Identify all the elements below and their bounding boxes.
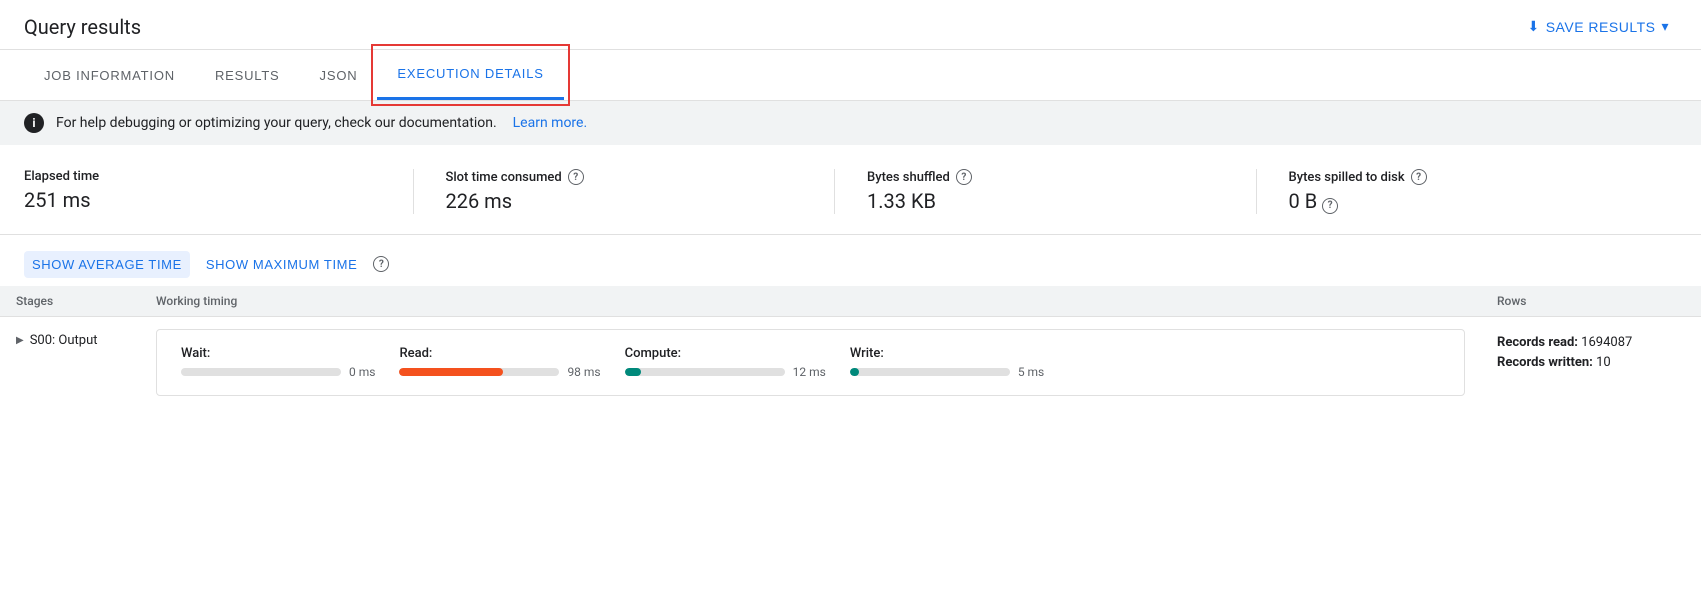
bytes-spilled-value-help-icon[interactable]: ?	[1322, 198, 1338, 214]
chevron-down-icon: ▾	[1661, 18, 1669, 35]
rows-info: Records read: 1694087 Records written: 1…	[1497, 325, 1685, 375]
timing-compute-bar-fill	[625, 368, 641, 376]
timing-wait-bar-track	[181, 368, 341, 376]
stat-elapsed-time-value: 251 ms	[24, 188, 381, 212]
show-maximum-time-button[interactable]: SHOW MAXIMUM TIME	[198, 251, 366, 278]
info-banner-text: For help debugging or optimizing your qu…	[56, 115, 497, 131]
records-written-line: Records written: 10	[1497, 353, 1685, 374]
stat-bytes-spilled: Bytes spilled to disk ? 0 B ?	[1289, 169, 1678, 214]
timing-compute: Compute: 12 ms	[625, 346, 826, 379]
col-header-stages: Stages	[0, 286, 140, 317]
info-banner: i For help debugging or optimizing your …	[0, 101, 1701, 145]
timing-read-label: Read:	[399, 346, 600, 361]
stat-slot-time: Slot time consumed ? 226 ms	[446, 169, 836, 214]
timing-wait-label: Wait:	[181, 346, 375, 361]
records-read-value: 1694087	[1581, 335, 1632, 350]
timing-wait-bar-row: 0 ms	[181, 365, 375, 379]
timing-compute-value: 12 ms	[793, 365, 826, 379]
learn-more-link[interactable]: Learn more.	[513, 115, 588, 131]
timing-cell: Wait: 0 ms Read:	[140, 316, 1481, 408]
timing-wait: Wait: 0 ms	[181, 346, 375, 379]
chevron-right-icon[interactable]: ▶	[16, 335, 24, 346]
save-results-label: SAVE RESULTS	[1546, 19, 1656, 35]
stages-table: Stages Working timing Rows ▶ S00: Output…	[0, 286, 1701, 408]
records-written-value: 10	[1596, 355, 1611, 370]
stat-bytes-shuffled-value: 1.33 KB	[867, 189, 1224, 213]
stat-bytes-shuffled-label: Bytes shuffled ?	[867, 169, 1224, 185]
timing-compute-bar-track	[625, 368, 785, 376]
col-header-working-timing: Working timing	[140, 286, 1481, 317]
stat-elapsed-time: Elapsed time 251 ms	[24, 169, 414, 214]
timing-write-bar-row: 5 ms	[850, 365, 1044, 379]
timing-read: Read: 98 ms	[399, 346, 600, 379]
stat-slot-time-label: Slot time consumed ?	[446, 169, 803, 185]
timing-container: Wait: 0 ms Read:	[156, 329, 1465, 396]
download-icon: ⬇	[1527, 18, 1539, 35]
stats-row: Elapsed time 251 ms Slot time consumed ?…	[0, 145, 1701, 235]
timing-compute-bar-row: 12 ms	[625, 365, 826, 379]
timing-read-bar-fill	[399, 368, 503, 376]
toggle-row: SHOW AVERAGE TIME SHOW MAXIMUM TIME ?	[0, 235, 1701, 286]
timing-read-bar-row: 98 ms	[399, 365, 600, 379]
page-title: Query results	[24, 15, 141, 39]
bytes-spilled-help-icon[interactable]: ?	[1411, 169, 1427, 185]
stat-bytes-spilled-label: Bytes spilled to disk ?	[1289, 169, 1646, 185]
timing-compute-label: Compute:	[625, 346, 826, 361]
timing-write-bar-track	[850, 368, 1010, 376]
rows-info-cell: Records read: 1694087 Records written: 1…	[1481, 316, 1701, 408]
records-read-line: Records read: 1694087	[1497, 333, 1685, 354]
table-header-row: Stages Working timing Rows	[0, 286, 1701, 317]
tab-json[interactable]: JSON	[300, 52, 378, 99]
tab-execution-details[interactable]: EXECUTION DETAILS	[377, 50, 563, 100]
timing-help-icon[interactable]: ?	[373, 256, 389, 272]
timing-read-value: 98 ms	[567, 365, 600, 379]
stat-bytes-spilled-value: 0 B ?	[1289, 189, 1646, 214]
records-written-label: Records written:	[1497, 355, 1593, 370]
timing-write-bar-fill	[850, 368, 860, 376]
stat-bytes-shuffled: Bytes shuffled ? 1.33 KB	[867, 169, 1257, 214]
records-read-label: Records read:	[1497, 335, 1578, 350]
timing-write-value: 5 ms	[1018, 365, 1044, 379]
timing-write: Write: 5 ms	[850, 346, 1044, 379]
table-row: ▶ S00: Output Wait: 0 ms	[0, 316, 1701, 408]
info-icon: i	[24, 113, 44, 133]
header: Query results ⬇ SAVE RESULTS ▾	[0, 0, 1701, 50]
tab-job-information[interactable]: JOB INFORMATION	[24, 52, 195, 99]
save-results-button[interactable]: ⬇ SAVE RESULTS ▾	[1519, 12, 1677, 41]
slot-time-help-icon[interactable]: ?	[568, 169, 584, 185]
bytes-shuffled-help-icon[interactable]: ?	[956, 169, 972, 185]
stat-elapsed-time-label: Elapsed time	[24, 169, 381, 184]
timing-write-label: Write:	[850, 346, 1044, 361]
show-average-time-button[interactable]: SHOW AVERAGE TIME	[24, 251, 190, 278]
stage-row-label: ▶ S00: Output	[16, 325, 124, 348]
tab-results[interactable]: RESULTS	[195, 52, 300, 99]
timing-read-bar-track	[399, 368, 559, 376]
tabs-bar: JOB INFORMATION RESULTS JSON EXECUTION D…	[0, 50, 1701, 101]
stage-label-cell: ▶ S00: Output	[0, 316, 140, 408]
stat-slot-time-value: 226 ms	[446, 189, 803, 213]
timing-wait-value: 0 ms	[349, 365, 375, 379]
col-header-rows: Rows	[1481, 286, 1701, 317]
stage-name: S00: Output	[30, 333, 98, 348]
